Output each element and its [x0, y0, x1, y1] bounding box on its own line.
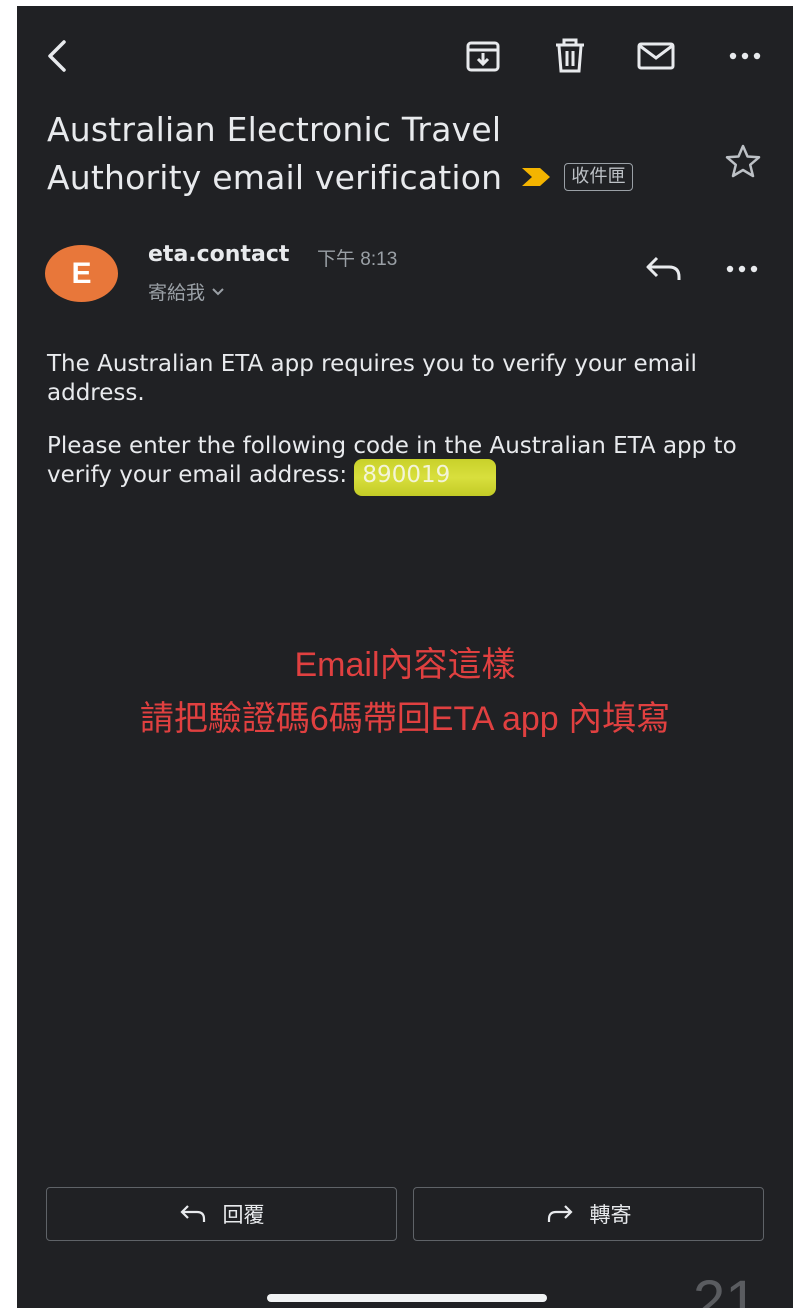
star-button[interactable] [723, 141, 763, 181]
corner-page-number: 21 [693, 1269, 758, 1308]
message-more-button[interactable] [717, 244, 767, 294]
reply-icon [179, 1205, 205, 1222]
email-body: The Australian ETA app requires you to v… [47, 350, 767, 514]
body-paragraph-2: Please enter the following code in the A… [47, 432, 767, 496]
annotation-line-2: 請把驗證碼6碼帶回ETA app 內填寫 [139, 700, 671, 738]
reply-button[interactable] [639, 244, 689, 294]
star-icon [725, 144, 761, 178]
body-paragraph-1: The Australian ETA app requires you to v… [47, 351, 697, 406]
forward-bottom-label: 轉寄 [589, 1204, 632, 1227]
delete-button[interactable] [542, 28, 598, 84]
importance-marker-icon[interactable] [520, 153, 552, 201]
inbox-label-chip[interactable]: 收件匣 [564, 162, 633, 191]
back-arrow-icon [48, 40, 66, 72]
top-toolbar [17, 6, 793, 106]
reply-bottom-button[interactable]: 回覆 [46, 1187, 397, 1241]
reply-icon [646, 256, 681, 280]
sender-name[interactable]: eta.contact [148, 242, 289, 267]
archive-button[interactable] [455, 28, 511, 84]
annotation-overlay: Email內容這樣 請把驗證碼6碼帶回ETA app 內填寫 [17, 638, 793, 746]
forward-icon [547, 1205, 573, 1222]
subject-line-1: Australian Electronic Travel [47, 110, 502, 149]
more-horizontal-icon [726, 265, 758, 273]
verification-code: 890019 [354, 459, 497, 496]
home-indicator[interactable] [267, 1294, 547, 1302]
more-horizontal-icon [729, 52, 761, 60]
email-subject: Australian Electronic Travel Authority e… [47, 106, 707, 204]
received-time: 下午 8:13 [317, 249, 398, 270]
archive-icon [466, 41, 500, 72]
forward-bottom-button[interactable]: 轉寄 [413, 1187, 764, 1241]
recipient-text: 寄給我 [148, 283, 206, 304]
subject-line-2-wrap: Authority email verification 收件匣 [47, 154, 707, 204]
mark-unread-button[interactable] [628, 28, 684, 84]
subject-line-2: Authority email verification [47, 158, 503, 197]
reply-bottom-label: 回覆 [222, 1204, 265, 1227]
trash-icon [556, 38, 584, 73]
chevron-down-icon [212, 287, 224, 295]
more-options-button[interactable] [717, 28, 773, 84]
annotation-line-1: Email內容這樣 [294, 646, 516, 684]
email-screen: Australian Electronic Travel Authority e… [17, 6, 793, 1308]
recipient-details-toggle[interactable]: 寄給我 [148, 278, 225, 305]
sender-row: E eta.contact 下午 8:13 寄給我 [17, 234, 793, 324]
mail-icon [637, 42, 675, 70]
back-button[interactable] [29, 28, 85, 84]
avatar[interactable]: E [45, 245, 118, 302]
